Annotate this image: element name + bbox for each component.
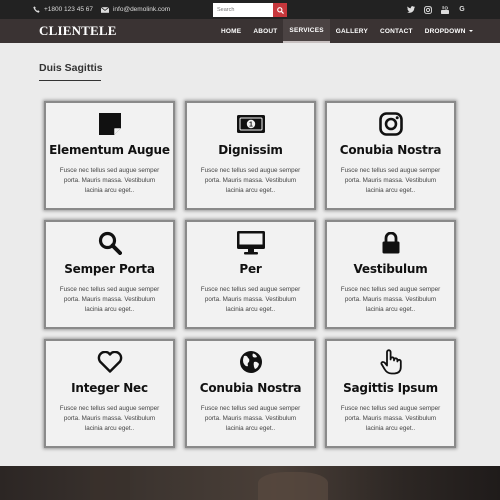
search-form bbox=[213, 3, 287, 17]
service-card: Vestibulum Fusce nec tellus sed augue se… bbox=[325, 220, 456, 329]
card-title: Conubia Nostra bbox=[199, 381, 302, 395]
desktop-icon bbox=[187, 230, 314, 256]
service-card: Sagittis Ipsum Fusce nec tellus sed augu… bbox=[325, 339, 456, 448]
service-card: 1 Dignissim Fusce nec tellus sed augue s… bbox=[185, 101, 316, 210]
service-card: Conubia Nostra Fusce nec tellus sed augu… bbox=[185, 339, 316, 448]
card-description: Fusce nec tellus sed augue semper porta.… bbox=[59, 286, 160, 313]
nav-contact[interactable]: CONTACT bbox=[374, 19, 419, 43]
globe-icon bbox=[187, 349, 314, 375]
search-input[interactable] bbox=[213, 3, 273, 17]
phone-icon bbox=[33, 6, 40, 13]
nav-dropdown[interactable]: DROPDOWN bbox=[419, 19, 479, 43]
photo-shape bbox=[258, 472, 328, 500]
social-links: G bbox=[407, 0, 466, 19]
card-description: Fusce nec tellus sed augue semper porta.… bbox=[59, 405, 160, 432]
card-title: Elementum Augue bbox=[49, 143, 170, 157]
instagram-icon bbox=[327, 111, 454, 137]
photo-shape bbox=[90, 466, 130, 500]
phone-link[interactable]: +1800 123 45 67 bbox=[33, 6, 93, 13]
card-title: Per bbox=[239, 262, 262, 276]
main-navbar: CLIENTELE HOME ABOUT SERVICES GALLERY CO… bbox=[0, 19, 500, 43]
service-card: Semper Porta Fusce nec tellus sed augue … bbox=[44, 220, 175, 329]
section-title-underline bbox=[39, 80, 101, 81]
search-icon bbox=[46, 230, 173, 256]
instagram-icon[interactable] bbox=[424, 5, 432, 14]
nav-home[interactable]: HOME bbox=[215, 19, 247, 43]
svg-text:1: 1 bbox=[249, 122, 253, 129]
service-card: Conubia Nostra Fusce nec tellus sed augu… bbox=[325, 101, 456, 210]
brand-logo[interactable]: CLIENTELE bbox=[39, 23, 117, 39]
service-card: Elementum Augue Fusce nec tellus sed aug… bbox=[44, 101, 175, 210]
card-title: Conubia Nostra bbox=[339, 143, 442, 157]
card-description: Fusce nec tellus sed augue semper porta.… bbox=[340, 167, 441, 194]
pointer-hand-icon bbox=[327, 349, 454, 375]
search-button[interactable] bbox=[273, 3, 287, 17]
nav-services[interactable]: SERVICES bbox=[283, 19, 330, 43]
youtube-icon[interactable] bbox=[441, 5, 449, 14]
top-bar: +1800 123 45 67 info@demolink.com G bbox=[0, 0, 500, 19]
nav-gallery[interactable]: GALLERY bbox=[330, 19, 374, 43]
envelope-icon bbox=[100, 6, 109, 13]
caret-down-icon bbox=[468, 30, 473, 32]
google-icon[interactable]: G bbox=[458, 6, 466, 14]
card-title: Integer Nec bbox=[71, 381, 148, 395]
phone-text: +1800 123 45 67 bbox=[44, 6, 93, 13]
contact-info: +1800 123 45 67 info@demolink.com bbox=[33, 0, 170, 19]
service-card: Integer Nec Fusce nec tellus sed augue s… bbox=[44, 339, 175, 448]
card-title: Vestibulum bbox=[353, 262, 428, 276]
card-description: Fusce nec tellus sed augue semper porta.… bbox=[59, 167, 160, 194]
card-title: Sagittis Ipsum bbox=[343, 381, 438, 395]
twitter-icon[interactable] bbox=[407, 6, 415, 14]
money-icon: 1 bbox=[187, 111, 314, 137]
service-card: Per Fusce nec tellus sed augue semper po… bbox=[185, 220, 316, 329]
main-menu: HOME ABOUT SERVICES GALLERY CONTACT DROP… bbox=[215, 19, 479, 43]
email-text: info@demolink.com bbox=[112, 6, 171, 13]
nav-dropdown-label: DROPDOWN bbox=[424, 27, 466, 35]
search-icon bbox=[276, 6, 284, 14]
card-description: Fusce nec tellus sed augue semper porta.… bbox=[200, 286, 301, 313]
email-link[interactable]: info@demolink.com bbox=[100, 6, 171, 13]
heart-icon bbox=[46, 349, 173, 375]
card-description: Fusce nec tellus sed augue semper porta.… bbox=[340, 405, 441, 432]
nav-about[interactable]: ABOUT bbox=[247, 19, 283, 43]
card-description: Fusce nec tellus sed augue semper porta.… bbox=[340, 286, 441, 313]
sticky-note-icon bbox=[46, 111, 173, 137]
card-description: Fusce nec tellus sed augue semper porta.… bbox=[200, 405, 301, 432]
background-photo-strip bbox=[0, 466, 500, 500]
card-description: Fusce nec tellus sed augue semper porta.… bbox=[200, 167, 301, 194]
card-title: Dignissim bbox=[218, 143, 283, 157]
section-title: Duis Sagittis bbox=[39, 62, 103, 74]
card-title: Semper Porta bbox=[64, 262, 155, 276]
lock-icon bbox=[327, 230, 454, 256]
